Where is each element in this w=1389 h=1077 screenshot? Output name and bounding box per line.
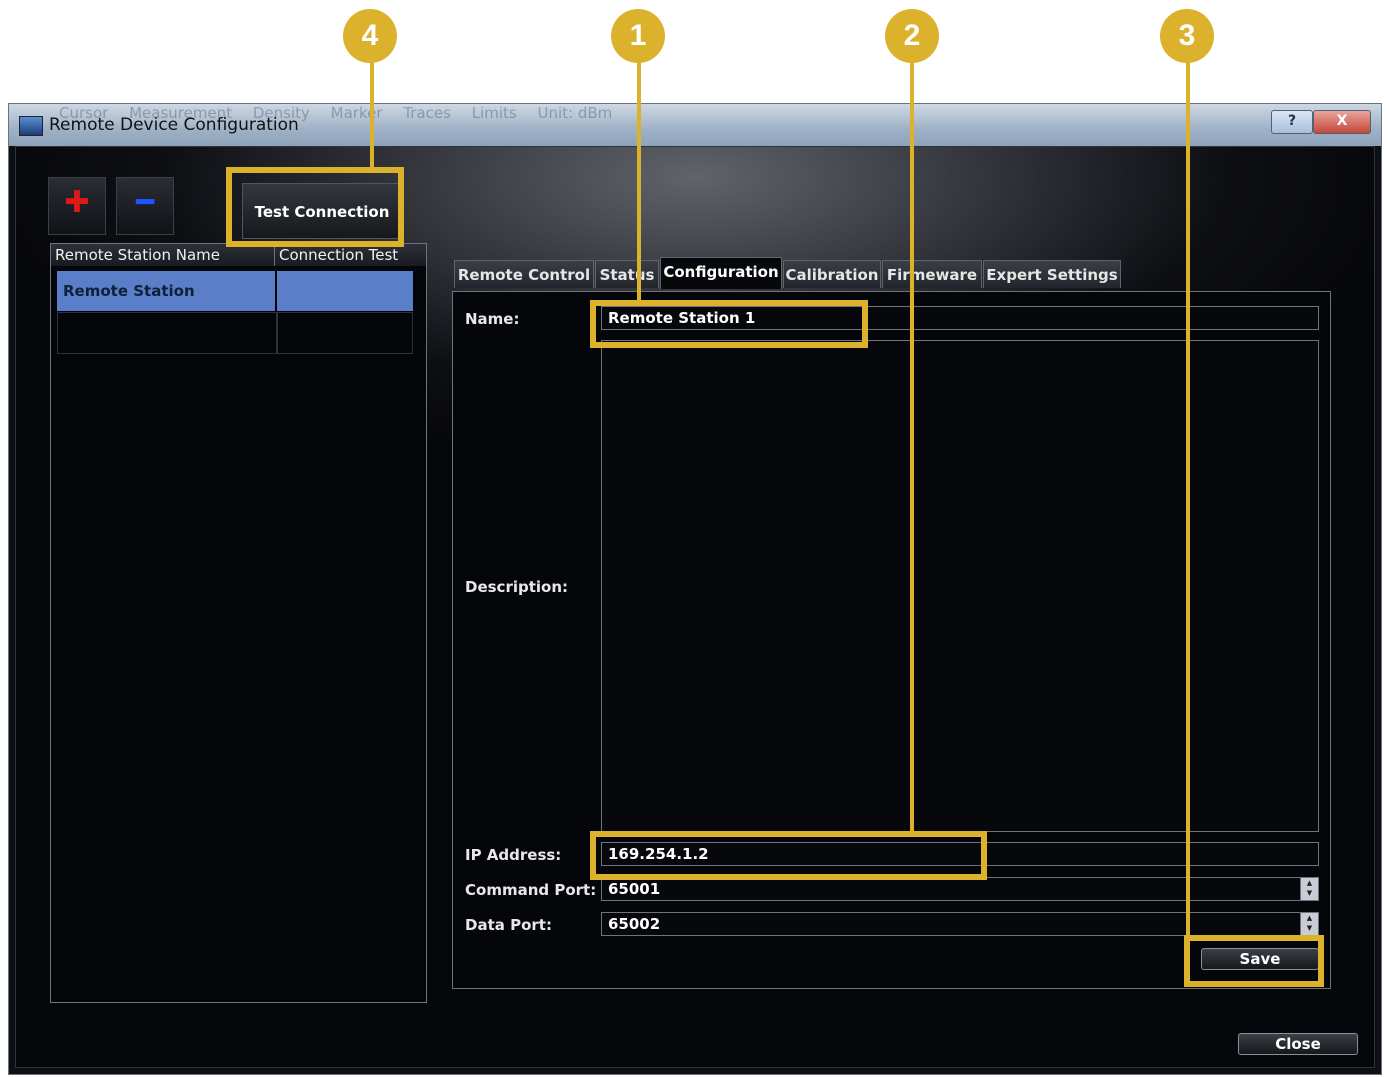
- callout-1-line: [637, 62, 641, 302]
- name-label: Name:: [465, 310, 520, 328]
- command-port-label: Command Port:: [465, 881, 597, 899]
- close-window-button[interactable]: X: [1313, 110, 1371, 134]
- tab-remote-control[interactable]: Remote Control: [454, 260, 594, 288]
- minus-icon: ━: [135, 185, 155, 220]
- ghost-menu-item: Limits: [471, 104, 517, 122]
- title-bar[interactable]: Cursor Measurement Density Marker Traces…: [9, 104, 1381, 146]
- ghost-menu-item: Unit: dBm: [537, 104, 613, 122]
- data-port-label: Data Port:: [465, 916, 552, 934]
- tab-firmware[interactable]: Firmeware: [882, 260, 982, 288]
- callout-4-badge: 4: [343, 9, 397, 63]
- callout-2-badge: 2: [885, 9, 939, 63]
- empty-row-cell: [277, 312, 413, 354]
- description-textarea[interactable]: [601, 340, 1319, 832]
- callout-4-line: [370, 62, 374, 170]
- tab-calibration[interactable]: Calibration: [783, 260, 881, 288]
- app-icon: [19, 116, 43, 136]
- connection-test-cell[interactable]: [277, 271, 413, 311]
- remove-station-button[interactable]: ━: [116, 177, 174, 235]
- callout-2-highlight: [590, 831, 987, 880]
- station-name-cell[interactable]: Remote Station: [57, 271, 275, 311]
- plus-icon: ✚: [64, 185, 90, 220]
- callout-4-highlight: [226, 167, 404, 247]
- close-button[interactable]: Close: [1238, 1033, 1358, 1055]
- ghost-menu-item: Marker: [330, 104, 383, 122]
- description-label: Description:: [465, 578, 569, 596]
- callout-3-line: [1186, 62, 1190, 938]
- configuration-panel: Name: Remote Station 1 Description: IP A…: [452, 291, 1331, 989]
- callout-1-highlight: [590, 300, 868, 348]
- data-port-input[interactable]: 65002: [601, 912, 1319, 936]
- command-port-input[interactable]: 65001: [601, 877, 1319, 901]
- add-station-button[interactable]: ✚: [48, 177, 106, 235]
- remote-device-configuration-window: Cursor Measurement Density Marker Traces…: [8, 103, 1382, 1075]
- dialog-client-area: ✚ ━ Test Connection Remote Station Name …: [15, 146, 1375, 1068]
- empty-row-cell: [57, 312, 277, 354]
- column-header-connection-test[interactable]: Connection Test: [275, 244, 427, 266]
- callout-3-badge: 3: [1160, 9, 1214, 63]
- ghost-menu-item: Traces: [403, 104, 451, 122]
- column-header-station-name[interactable]: Remote Station Name: [51, 244, 275, 266]
- command-port-stepper[interactable]: ▲ ▼: [1300, 878, 1318, 900]
- callout-3-highlight: [1184, 935, 1324, 987]
- tab-expert-settings[interactable]: Expert Settings: [983, 260, 1121, 288]
- help-button[interactable]: ?: [1271, 110, 1313, 134]
- remote-station-list: Remote Station Name Connection Test Remo…: [50, 243, 427, 1003]
- ip-address-label: IP Address:: [465, 846, 562, 864]
- callout-1-badge: 1: [611, 9, 665, 63]
- callout-2-line: [910, 62, 914, 834]
- data-port-stepper[interactable]: ▲ ▼: [1300, 913, 1318, 935]
- tab-configuration[interactable]: Configuration: [660, 257, 782, 289]
- tab-status[interactable]: Status: [595, 260, 659, 288]
- window-title: Remote Device Configuration: [49, 115, 299, 135]
